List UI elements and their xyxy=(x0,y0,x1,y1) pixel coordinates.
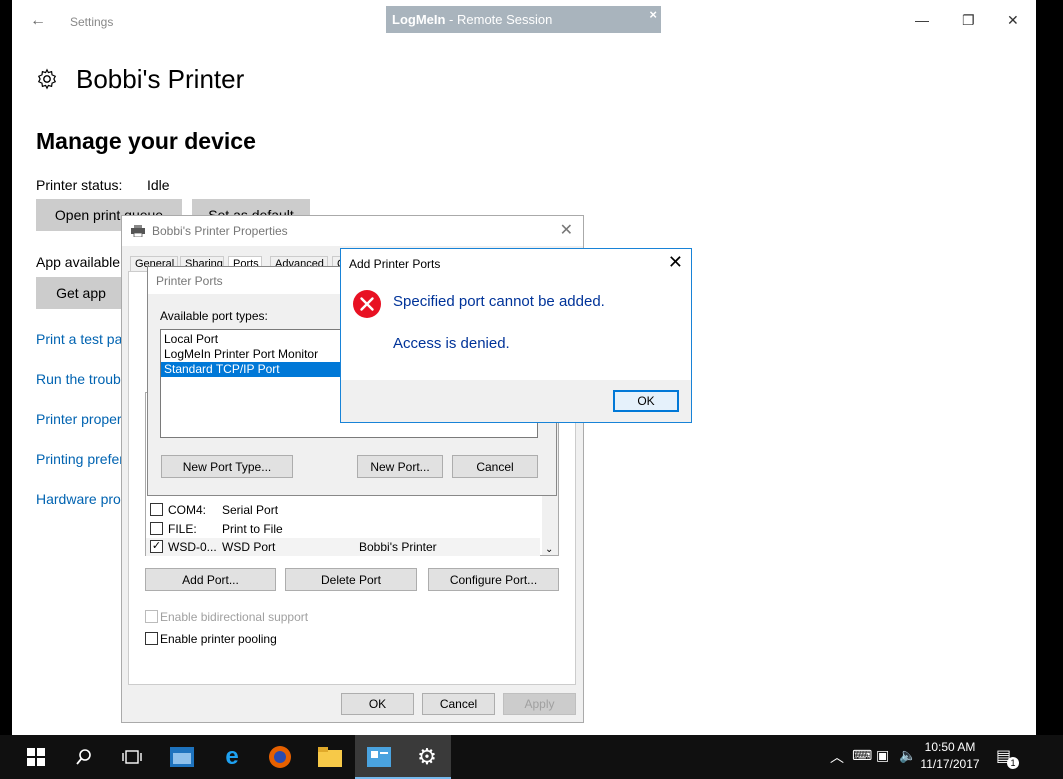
error-icon xyxy=(353,290,381,318)
available-port-types-label: Available port types: xyxy=(160,309,268,323)
properties-close-icon[interactable]: ✕ xyxy=(560,220,573,240)
printer-status-value: Idle xyxy=(147,177,170,193)
pooling-checkbox[interactable] xyxy=(145,632,158,645)
chevron-up-icon[interactable]: ︿ xyxy=(830,747,844,767)
bidirectional-checkbox[interactable] xyxy=(145,610,158,623)
new-port-button[interactable]: New Port... xyxy=(357,455,443,478)
logmein-session-bar[interactable]: LogMeIn - Remote Session × xyxy=(386,6,661,33)
delete-port-button[interactable]: Delete Port xyxy=(285,568,417,591)
internet-explorer-icon[interactable]: e xyxy=(218,743,246,771)
port-name: COM4: xyxy=(168,503,207,517)
start-windows-icon[interactable] xyxy=(22,743,50,771)
port-checkbox[interactable] xyxy=(150,522,163,535)
port-checkbox-checked[interactable]: ✓ xyxy=(150,540,163,553)
port-name: FILE: xyxy=(168,522,197,536)
taskbar-active-app[interactable] xyxy=(355,735,403,779)
logmein-session-label: Remote Session xyxy=(457,12,553,27)
keyboard-icon[interactable]: ⌨ xyxy=(852,747,872,764)
taskbar: e ⚙ ︿ ⌨ ▣ 🔈 10:50 AM 11/17/2017 ▤ 1 xyxy=(0,735,1063,779)
firefox-icon[interactable] xyxy=(266,743,294,771)
printer-ports-title: Printer Ports xyxy=(156,274,223,288)
properties-apply-button[interactable]: Apply xyxy=(503,693,576,715)
error-close-icon[interactable]: ✕ xyxy=(668,252,683,273)
properties-ok-button[interactable]: OK xyxy=(341,693,414,715)
port-row[interactable]: COM4: Serial Port xyxy=(150,501,542,519)
port-name: WSD-0... xyxy=(168,540,217,554)
app-available-label: App available xyxy=(36,254,121,270)
minimize-icon[interactable]: — xyxy=(915,12,929,28)
logmein-brand: LogMeIn xyxy=(392,12,446,27)
pooling-label: Enable printer pooling xyxy=(160,632,277,646)
notification-badge: 1 xyxy=(1007,757,1019,769)
properties-titlebar: Bobbi's Printer Properties ✕ xyxy=(122,216,583,246)
search-icon[interactable] xyxy=(70,743,98,771)
settings-gear-icon: ⚙ xyxy=(417,744,437,769)
add-port-button[interactable]: Add Port... xyxy=(145,568,276,591)
properties-title: Bobbi's Printer Properties xyxy=(152,224,288,238)
clock-date[interactable]: 11/17/2017 xyxy=(918,757,982,771)
page-title: Bobbi's Printer xyxy=(76,64,245,94)
section-title: Manage your device xyxy=(36,128,256,154)
port-checkbox[interactable] xyxy=(150,503,163,516)
port-row[interactable]: ✓ WSD-0... WSD Port Bobbi's Printer xyxy=(146,538,540,556)
app-window-icon[interactable] xyxy=(168,743,196,771)
port-description: WSD Port xyxy=(222,540,276,554)
restore-icon[interactable]: ❐ xyxy=(962,12,975,29)
scroll-down-icon[interactable]: ⌄ xyxy=(545,544,553,555)
printer-status-label: Printer status: xyxy=(36,177,123,193)
logmein-close-icon[interactable]: × xyxy=(649,7,657,22)
bidirectional-label: Enable bidirectional support xyxy=(160,610,309,624)
error-dialog-title: Add Printer Ports xyxy=(349,257,441,271)
volume-muted-icon[interactable]: 🔈 xyxy=(899,747,916,764)
back-arrow-icon[interactable]: ← xyxy=(30,12,46,30)
port-description: Serial Port xyxy=(222,503,279,517)
properties-cancel-button[interactable]: Cancel xyxy=(422,693,495,715)
port-row[interactable]: FILE: Print to File xyxy=(150,520,542,538)
ports-cancel-button[interactable]: Cancel xyxy=(452,455,538,478)
control-panel-icon xyxy=(365,743,393,771)
taskbar-settings-app[interactable]: ⚙ xyxy=(403,735,451,779)
add-printer-ports-error-dialog: Add Printer Ports ✕ Specified port canno… xyxy=(340,248,692,423)
printer-icon xyxy=(131,225,145,237)
error-message: Specified port cannot be added. xyxy=(393,293,605,310)
error-dialog-footer: OK xyxy=(341,380,691,422)
close-icon[interactable]: ✕ xyxy=(1007,12,1019,29)
get-app-button[interactable]: Get app xyxy=(36,277,126,309)
configure-port-button[interactable]: Configure Port... xyxy=(428,568,559,591)
error-detail: Access is denied. xyxy=(393,335,510,352)
error-ok-button[interactable]: OK xyxy=(613,390,679,412)
clock-time[interactable]: 10:50 AM xyxy=(918,740,982,754)
file-explorer-icon[interactable] xyxy=(316,743,344,771)
gear-icon xyxy=(37,68,57,90)
new-port-type-button[interactable]: New Port Type... xyxy=(161,455,293,478)
task-view-icon[interactable] xyxy=(118,743,146,771)
port-description: Print to File xyxy=(222,522,283,536)
settings-header-label: Settings xyxy=(70,15,114,29)
network-icon[interactable]: ▣ xyxy=(876,747,889,764)
port-printer: Bobbi's Printer xyxy=(359,540,437,554)
logmein-separator: - xyxy=(445,12,457,27)
